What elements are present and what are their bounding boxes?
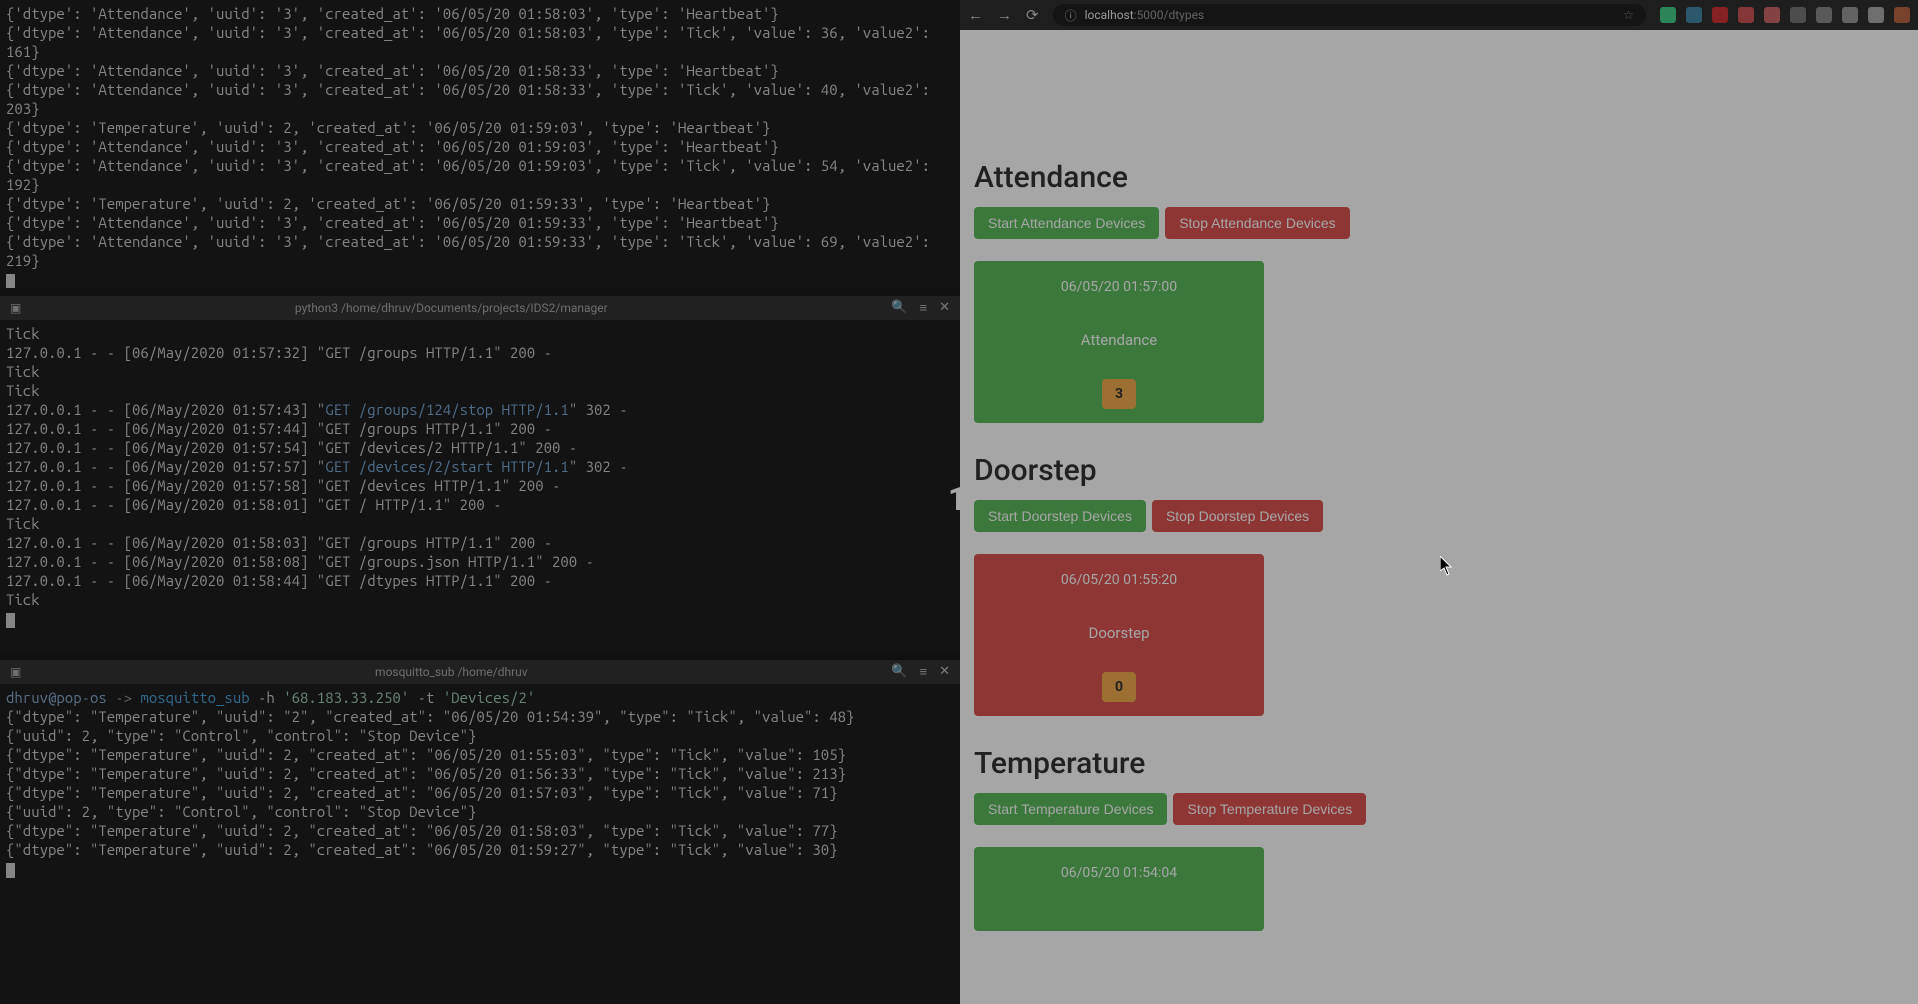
extension-icon-8[interactable] bbox=[1868, 7, 1884, 23]
new-tab-icon[interactable]: ▣ bbox=[0, 301, 21, 315]
terminal-1[interactable]: {'dtype': 'Attendance', 'uuid': '3', 'cr… bbox=[0, 0, 960, 288]
extension-icon-2[interactable] bbox=[1712, 7, 1728, 23]
start-temperature-button[interactable]: Start Temperature Devices bbox=[974, 793, 1167, 825]
section-title: Doorstep bbox=[974, 453, 1904, 488]
extension-icon-4[interactable] bbox=[1764, 7, 1780, 23]
card-name: Attendance bbox=[984, 331, 1254, 349]
extension-icon-0[interactable] bbox=[1660, 7, 1676, 23]
terminal-3-header: ▣ mosquitto_sub /home/dhruv 🔍 ≡ ✕ bbox=[0, 660, 960, 684]
device-card-temperature[interactable]: 06/05/20 01:54:04 bbox=[974, 847, 1264, 931]
extension-icon-3[interactable] bbox=[1738, 7, 1754, 23]
extension-icon-7[interactable] bbox=[1842, 7, 1858, 23]
card-badge: 3 bbox=[1102, 379, 1136, 409]
search-icon[interactable]: 🔍 bbox=[891, 664, 907, 680]
section-doorstep: Doorstep Start Doorstep DevicesStop Doors… bbox=[974, 453, 1904, 716]
bookmark-star-icon[interactable]: ☆ bbox=[1623, 8, 1634, 22]
stop-doorstep-button[interactable]: Stop Doorstep Devices bbox=[1152, 500, 1323, 532]
extension-icon-5[interactable] bbox=[1790, 7, 1806, 23]
device-card-doorstep[interactable]: 06/05/20 01:55:20 Doorstep 0 bbox=[974, 554, 1264, 716]
mouse-cursor-icon bbox=[1440, 556, 1454, 576]
start-doorstep-button[interactable]: Start Doorstep Devices bbox=[974, 500, 1146, 532]
stop-temperature-button[interactable]: Stop Temperature Devices bbox=[1173, 793, 1366, 825]
card-name: Doorstep bbox=[984, 624, 1254, 642]
section-attendance: Attendance Start Attendance DevicesStop A… bbox=[974, 160, 1904, 423]
browser-pane: ← → ⟳ ⓘ localhost:5000/dtypes ☆ Home Lis… bbox=[960, 0, 1918, 1004]
back-icon[interactable]: ← bbox=[968, 6, 983, 24]
card-badge: 0 bbox=[1102, 672, 1136, 702]
section-title: Temperature bbox=[974, 746, 1904, 781]
card-timestamp: 06/05/20 01:54:04 bbox=[984, 865, 1254, 881]
new-tab-icon[interactable]: ▣ bbox=[0, 665, 21, 679]
address-bar[interactable]: ⓘ localhost:5000/dtypes ☆ bbox=[1053, 4, 1646, 26]
section-temperature: Temperature Start Temperature DevicesStop… bbox=[974, 746, 1904, 931]
start-attendance-button[interactable]: Start Attendance Devices bbox=[974, 207, 1159, 239]
card-timestamp: 06/05/20 01:55:20 bbox=[984, 572, 1254, 588]
card-timestamp: 06/05/20 01:57:00 bbox=[984, 279, 1254, 295]
extension-icon-1[interactable] bbox=[1686, 7, 1702, 23]
terminal-2-header: ▣ python3 /home/dhruv/Documents/projects… bbox=[0, 296, 960, 320]
menu-icon[interactable]: ≡ bbox=[920, 664, 928, 680]
close-icon[interactable]: ✕ bbox=[939, 664, 950, 680]
device-card-attendance[interactable]: 06/05/20 01:57:00 Attendance 3 bbox=[974, 261, 1264, 423]
menu-icon[interactable]: ≡ bbox=[920, 300, 928, 316]
terminal-3-title: mosquitto_sub /home/dhruv bbox=[21, 665, 881, 679]
left-terminals-pane: {'dtype': 'Attendance', 'uuid': '3', 'cr… bbox=[0, 0, 960, 1004]
forward-icon[interactable]: → bbox=[997, 6, 1012, 24]
section-title: Attendance bbox=[974, 160, 1904, 195]
extension-icons bbox=[1660, 7, 1910, 23]
search-icon[interactable]: 🔍 bbox=[891, 300, 907, 316]
browser-toolbar: ← → ⟳ ⓘ localhost:5000/dtypes ☆ bbox=[960, 0, 1918, 30]
site-info-icon[interactable]: ⓘ bbox=[1065, 7, 1077, 24]
stop-attendance-button[interactable]: Stop Attendance Devices bbox=[1165, 207, 1349, 239]
reload-icon[interactable]: ⟳ bbox=[1026, 6, 1039, 24]
extension-icon-6[interactable] bbox=[1816, 7, 1832, 23]
page-content: Attendance Start Attendance DevicesStop A… bbox=[960, 30, 1918, 1004]
terminal-2-title: python3 /home/dhruv/Documents/projects/I… bbox=[21, 301, 881, 315]
terminal-3[interactable]: dhruv@pop-os -> mosquitto_sub -h '68.183… bbox=[0, 684, 960, 1004]
url-path: :5000/dtypes bbox=[1134, 8, 1205, 22]
terminal-2[interactable]: Tick 127.0.0.1 - - [06/May/2020 01:57:32… bbox=[0, 320, 960, 652]
url-host: localhost bbox=[1085, 8, 1134, 22]
extension-icon-9[interactable] bbox=[1894, 7, 1910, 23]
close-icon[interactable]: ✕ bbox=[939, 300, 950, 316]
